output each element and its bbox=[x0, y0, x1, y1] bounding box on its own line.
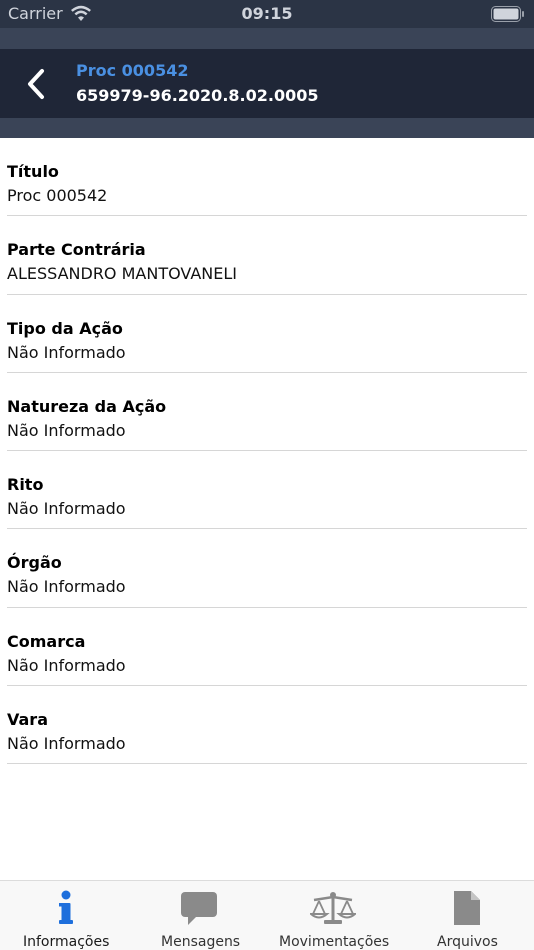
field-value: Não Informado bbox=[7, 420, 126, 440]
header-band-bottom bbox=[0, 118, 534, 138]
field-value: Não Informado bbox=[7, 577, 126, 597]
tab-label: Arquivos bbox=[437, 934, 498, 950]
tab-bar: Informações Mensagens Movimentações Arqu… bbox=[0, 880, 534, 950]
tab-arquivos[interactable]: Arquivos bbox=[400, 881, 534, 950]
field-vara: Vara Não Informado bbox=[7, 686, 527, 765]
field-natureza-da-acao: Natureza da Ação Não Informado bbox=[7, 373, 527, 452]
field-value: Proc 000542 bbox=[7, 186, 108, 205]
chevron-left-icon bbox=[28, 69, 44, 99]
scales-icon bbox=[310, 889, 356, 927]
tab-informacoes[interactable]: Informações bbox=[0, 881, 133, 950]
field-value: Não Informado bbox=[7, 499, 126, 519]
field-comarca: Comarca Não Informado bbox=[7, 608, 527, 687]
field-orgao: Órgão Não Informado bbox=[7, 529, 527, 608]
navigation-bar: Proc 000542 659979-96.2020.8.02.0005 bbox=[0, 49, 534, 118]
header-band-top bbox=[0, 28, 534, 49]
document-icon bbox=[452, 889, 482, 927]
field-value: Não Informado bbox=[7, 342, 126, 362]
field-label: Natureza da Ação bbox=[7, 396, 167, 416]
process-number: 659979-96.2020.8.02.0005 bbox=[76, 86, 319, 105]
field-label: Parte Contrária bbox=[7, 240, 146, 260]
battery-icon bbox=[491, 6, 524, 22]
message-bubble-icon bbox=[180, 889, 218, 927]
field-tipo-da-acao: Tipo da Ação Não Informado bbox=[7, 295, 527, 373]
tab-label: Movimentações bbox=[279, 934, 390, 950]
tab-movimentacoes[interactable]: Movimentações bbox=[266, 881, 400, 950]
field-value: Não Informado bbox=[7, 734, 126, 754]
back-button[interactable] bbox=[18, 64, 54, 104]
page-title: Proc 000542 bbox=[76, 61, 189, 80]
status-bar: Carrier 09:15 bbox=[0, 0, 534, 28]
field-label: Título bbox=[7, 162, 59, 181]
tab-mensagens[interactable]: Mensagens bbox=[133, 881, 266, 950]
field-value: Não Informado bbox=[7, 655, 126, 675]
info-icon bbox=[51, 889, 81, 927]
process-details-list: Título Proc 000542 Parte Contrária ALESS… bbox=[0, 138, 534, 765]
field-value: ALESSANDRO MANTOVANELI bbox=[7, 264, 237, 284]
tab-label: Informações bbox=[23, 934, 110, 950]
field-label: Rito bbox=[7, 475, 44, 495]
field-label: Comarca bbox=[7, 631, 86, 651]
field-titulo: Título Proc 000542 bbox=[7, 138, 527, 217]
tab-label: Mensagens bbox=[161, 934, 241, 950]
field-label: Vara bbox=[7, 710, 48, 730]
field-rito: Rito Não Informado bbox=[7, 451, 527, 530]
field-parte-contraria: Parte Contrária ALESSANDRO MANTOVANELI bbox=[7, 216, 527, 295]
status-time: 09:15 bbox=[241, 4, 293, 23]
field-label: Órgão bbox=[7, 553, 62, 573]
field-label: Tipo da Ação bbox=[7, 318, 123, 338]
